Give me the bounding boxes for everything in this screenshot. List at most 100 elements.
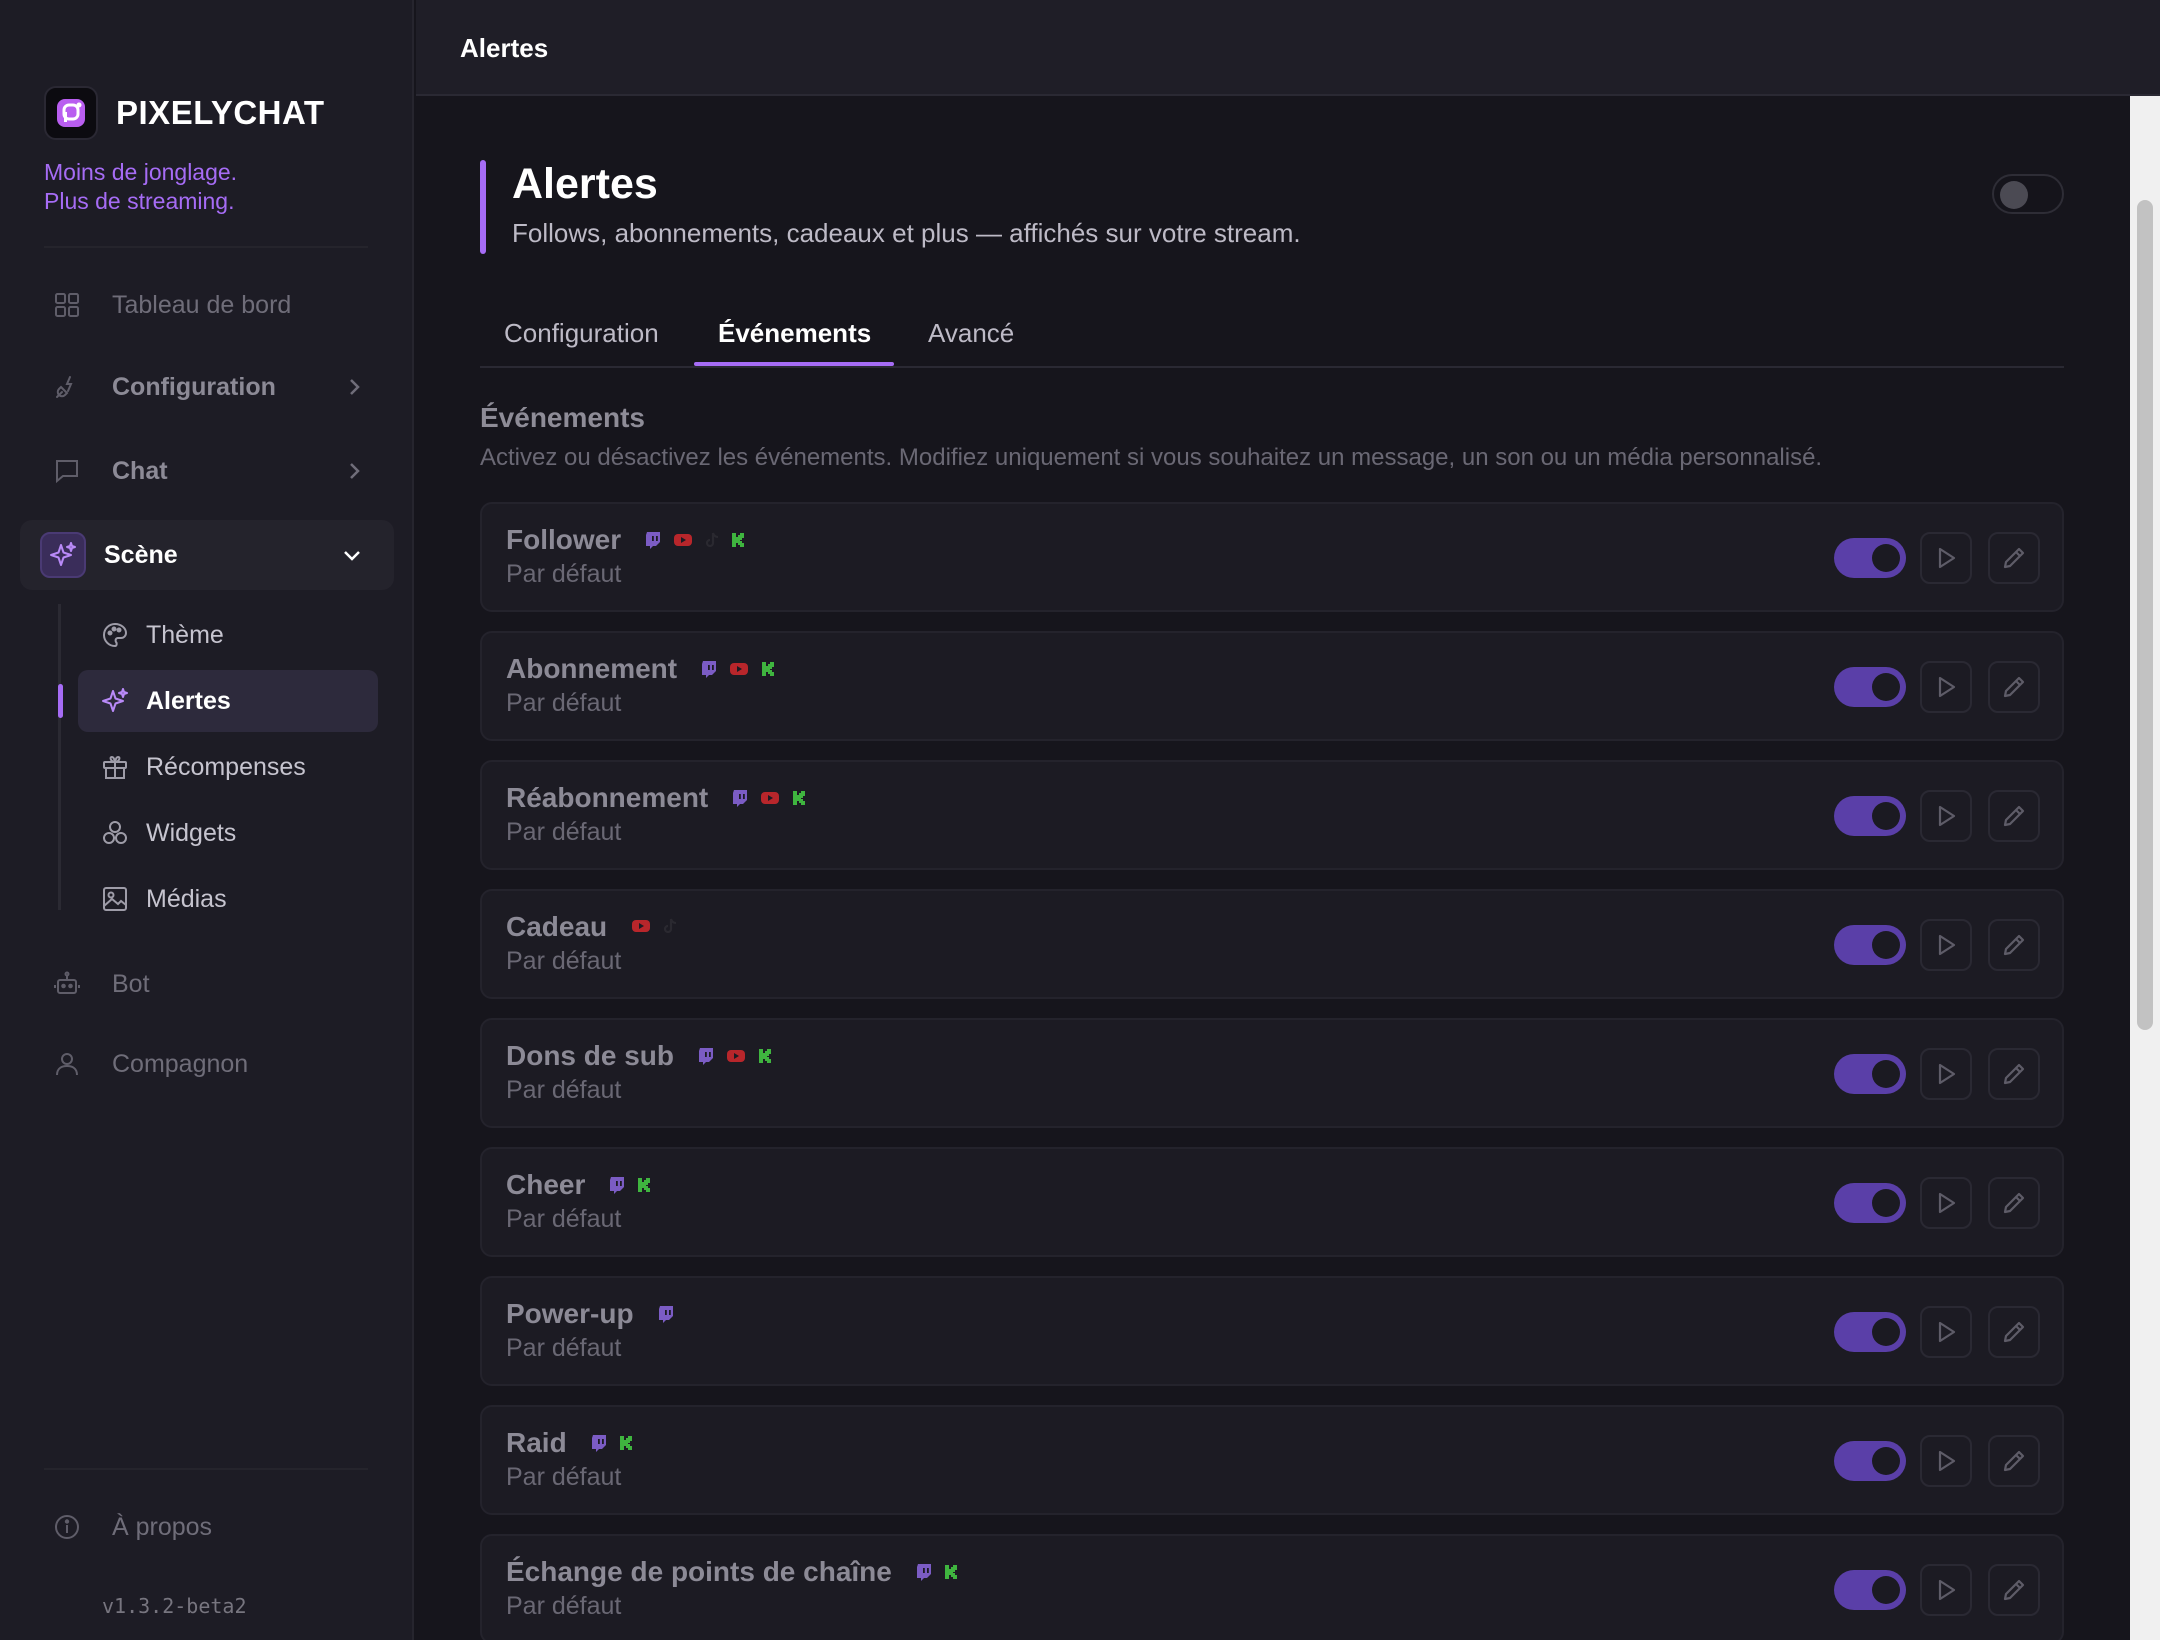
- event-platforms: [698, 1047, 772, 1065]
- sidebar-subitem-media[interactable]: Médias: [78, 868, 378, 930]
- sidebar-subitem-label: Récompenses: [146, 752, 306, 781]
- event-card: Réabonnement Par défaut: [480, 760, 2064, 870]
- event-name: Abonnement: [506, 653, 678, 684]
- youtube-icon: [760, 791, 780, 805]
- scrollbar-thumb[interactable]: [2137, 200, 2153, 1030]
- twitch-icon: [701, 660, 717, 678]
- kick-icon: [637, 1177, 651, 1193]
- sidebar-subitem-widgets[interactable]: Widgets: [78, 802, 378, 864]
- test-alert-button[interactable]: [1920, 661, 1972, 713]
- event-enable-toggle[interactable]: [1834, 1183, 1906, 1223]
- event-card: Cheer Par défaut: [480, 1147, 2064, 1257]
- edit-event-button[interactable]: [1988, 1177, 2040, 1229]
- toggle-knob: [1872, 1189, 1900, 1217]
- event-status: Par défaut: [506, 947, 622, 975]
- edit-event-button[interactable]: [1988, 532, 2040, 584]
- event-status: Par défaut: [506, 1463, 622, 1491]
- event-status: Par défaut: [506, 689, 622, 717]
- pencil-icon: [2001, 1448, 2027, 1474]
- kick-icon: [619, 1435, 633, 1451]
- event-card: Échange de points de chaîne Par défaut: [480, 1534, 2064, 1640]
- bot-icon: [44, 961, 90, 1007]
- event-name: Raid: [506, 1427, 567, 1458]
- event-enable-toggle[interactable]: [1834, 667, 1906, 707]
- tiktok-icon: [663, 918, 677, 934]
- brand[interactable]: PIXELYCHAT: [44, 86, 325, 140]
- kick-icon: [944, 1564, 958, 1580]
- sidebar-subitem-rewards[interactable]: Récompenses: [78, 736, 378, 798]
- youtube-icon: [726, 1049, 746, 1063]
- toggle-knob: [2000, 181, 2028, 209]
- pencil-icon: [2001, 1577, 2027, 1603]
- twitch-icon: [916, 1563, 932, 1581]
- edit-event-button[interactable]: [1988, 790, 2040, 842]
- event-name: Follower: [506, 524, 622, 555]
- tab-configuration[interactable]: Configuration: [504, 318, 659, 349]
- sidebar-subitem-alerts[interactable]: Alertes: [78, 670, 378, 732]
- event-enable-toggle[interactable]: [1834, 538, 1906, 578]
- play-icon: [1935, 804, 1957, 828]
- tab-advanced[interactable]: Avancé: [928, 318, 1014, 349]
- edit-event-button[interactable]: [1988, 1564, 2040, 1616]
- edit-event-button[interactable]: [1988, 1306, 2040, 1358]
- sidebar-item-label: Scène: [104, 540, 178, 569]
- edit-event-button[interactable]: [1988, 661, 2040, 713]
- event-enable-toggle[interactable]: [1834, 1570, 1906, 1610]
- test-alert-button[interactable]: [1920, 1177, 1972, 1229]
- event-enable-toggle[interactable]: [1834, 925, 1906, 965]
- app-logo: [44, 86, 98, 140]
- play-icon: [1935, 1320, 1957, 1344]
- twitch-icon: [698, 1047, 714, 1065]
- sidebar-item-bot[interactable]: Bot: [20, 949, 394, 1019]
- pencil-icon: [2001, 545, 2027, 571]
- app-version: v1.3.2-beta2: [102, 1594, 247, 1618]
- toggle-knob: [1872, 673, 1900, 701]
- sidebar-item-label: Compagnon: [112, 1049, 249, 1078]
- scrollbar[interactable]: [2130, 96, 2160, 1640]
- tab-events[interactable]: Événements: [718, 318, 871, 349]
- event-card: Abonnement Par défaut: [480, 631, 2064, 741]
- twitch-icon: [732, 789, 748, 807]
- test-alert-button[interactable]: [1920, 919, 1972, 971]
- event-platforms: [701, 660, 775, 678]
- sidebar-item-dashboard[interactable]: Tableau de bord: [20, 270, 394, 340]
- event-card: Follower Par défaut: [480, 502, 2064, 612]
- event-name: Power-up: [506, 1298, 634, 1329]
- kick-icon: [792, 790, 806, 806]
- twitch-icon: [609, 1176, 625, 1194]
- event-enable-toggle[interactable]: [1834, 1312, 1906, 1352]
- sidebar-subitem-theme[interactable]: Thème: [78, 604, 378, 666]
- sidebar-divider: [44, 246, 368, 248]
- toggle-knob: [1872, 931, 1900, 959]
- test-alert-button[interactable]: [1920, 790, 1972, 842]
- sidebar-item-companion[interactable]: Compagnon: [20, 1029, 394, 1099]
- event-platforms: [631, 918, 677, 934]
- edit-event-button[interactable]: [1988, 919, 2040, 971]
- pencil-icon: [2001, 674, 2027, 700]
- sidebar-item-chat[interactable]: Chat: [20, 436, 394, 506]
- edit-event-button[interactable]: [1988, 1435, 2040, 1487]
- sidebar-item-scene[interactable]: Scène: [20, 520, 394, 590]
- edit-event-button[interactable]: [1988, 1048, 2040, 1100]
- event-enable-toggle[interactable]: [1834, 1441, 1906, 1481]
- event-status: Par défaut: [506, 1592, 622, 1620]
- event-name: Échange de points de chaîne: [506, 1556, 892, 1587]
- alerts-enable-toggle[interactable]: [1992, 174, 2064, 214]
- event-enable-toggle[interactable]: [1834, 1054, 1906, 1094]
- event-status: Par défaut: [506, 560, 622, 588]
- play-icon: [1935, 546, 1957, 570]
- youtube-icon: [631, 919, 651, 933]
- test-alert-button[interactable]: [1920, 1435, 1972, 1487]
- sidebar-item-about[interactable]: À propos: [20, 1492, 394, 1562]
- event-platforms: [609, 1176, 651, 1194]
- event-name: Dons de sub: [506, 1040, 675, 1071]
- event-enable-toggle[interactable]: [1834, 796, 1906, 836]
- test-alert-button[interactable]: [1920, 532, 1972, 584]
- test-alert-button[interactable]: [1920, 1564, 1972, 1616]
- tab-bar: Configuration Événements Avancé: [480, 310, 2064, 368]
- sidebar-item-label: Bot: [112, 969, 150, 998]
- sidebar-item-configuration[interactable]: Configuration: [20, 352, 394, 422]
- plug-icon: [44, 364, 90, 410]
- test-alert-button[interactable]: [1920, 1306, 1972, 1358]
- test-alert-button[interactable]: [1920, 1048, 1972, 1100]
